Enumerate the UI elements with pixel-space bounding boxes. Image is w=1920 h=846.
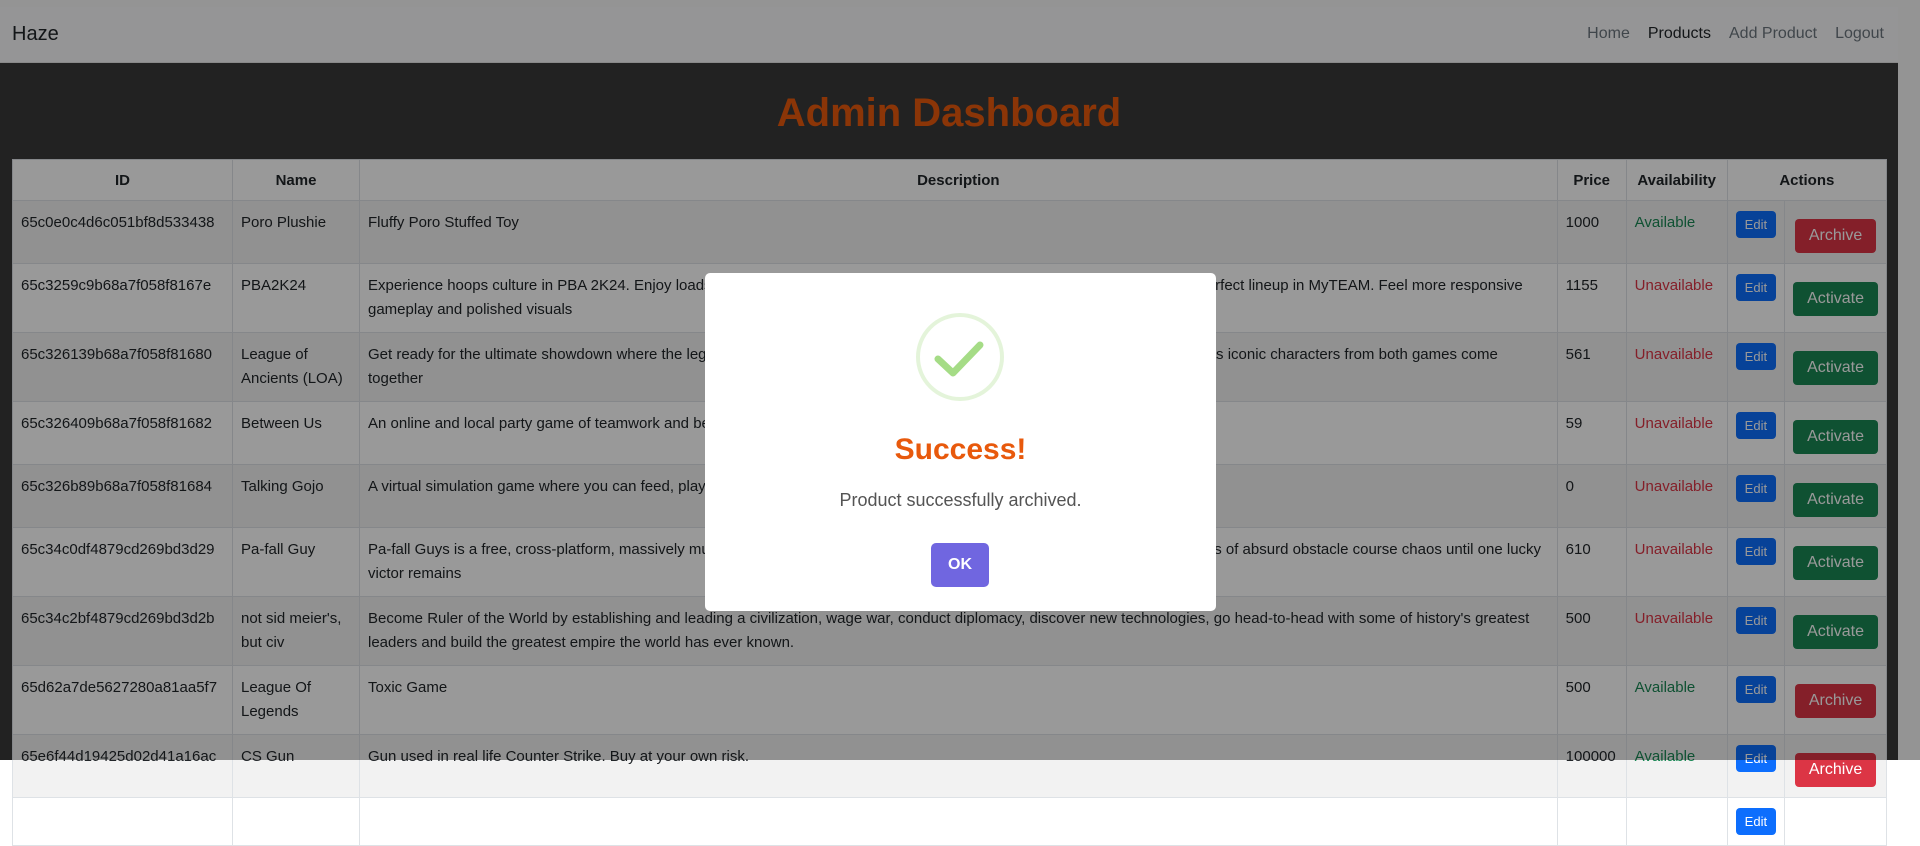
cell-price [1556,797,1627,846]
success-circle [916,313,1004,401]
success-dialog: Success! Product successfully archived. … [705,273,1216,611]
cell-description [359,797,1558,846]
cell-availability [1625,797,1728,846]
cell-action [1784,797,1887,846]
cell-name [232,797,360,846]
dialog-message: Product successfully archived. [839,490,1082,510]
dialog-title: Success! [894,433,1027,466]
checkmark-icon [934,341,984,377]
edit-button[interactable]: Edit [1735,808,1777,835]
table-row: Edit [12,797,1887,846]
cell-id [12,797,233,846]
cell-edit: Edit [1726,797,1786,846]
ok-button[interactable]: OK [931,543,989,587]
modal-backdrop[interactable]: Success! Product successfully archived. … [0,0,1920,760]
